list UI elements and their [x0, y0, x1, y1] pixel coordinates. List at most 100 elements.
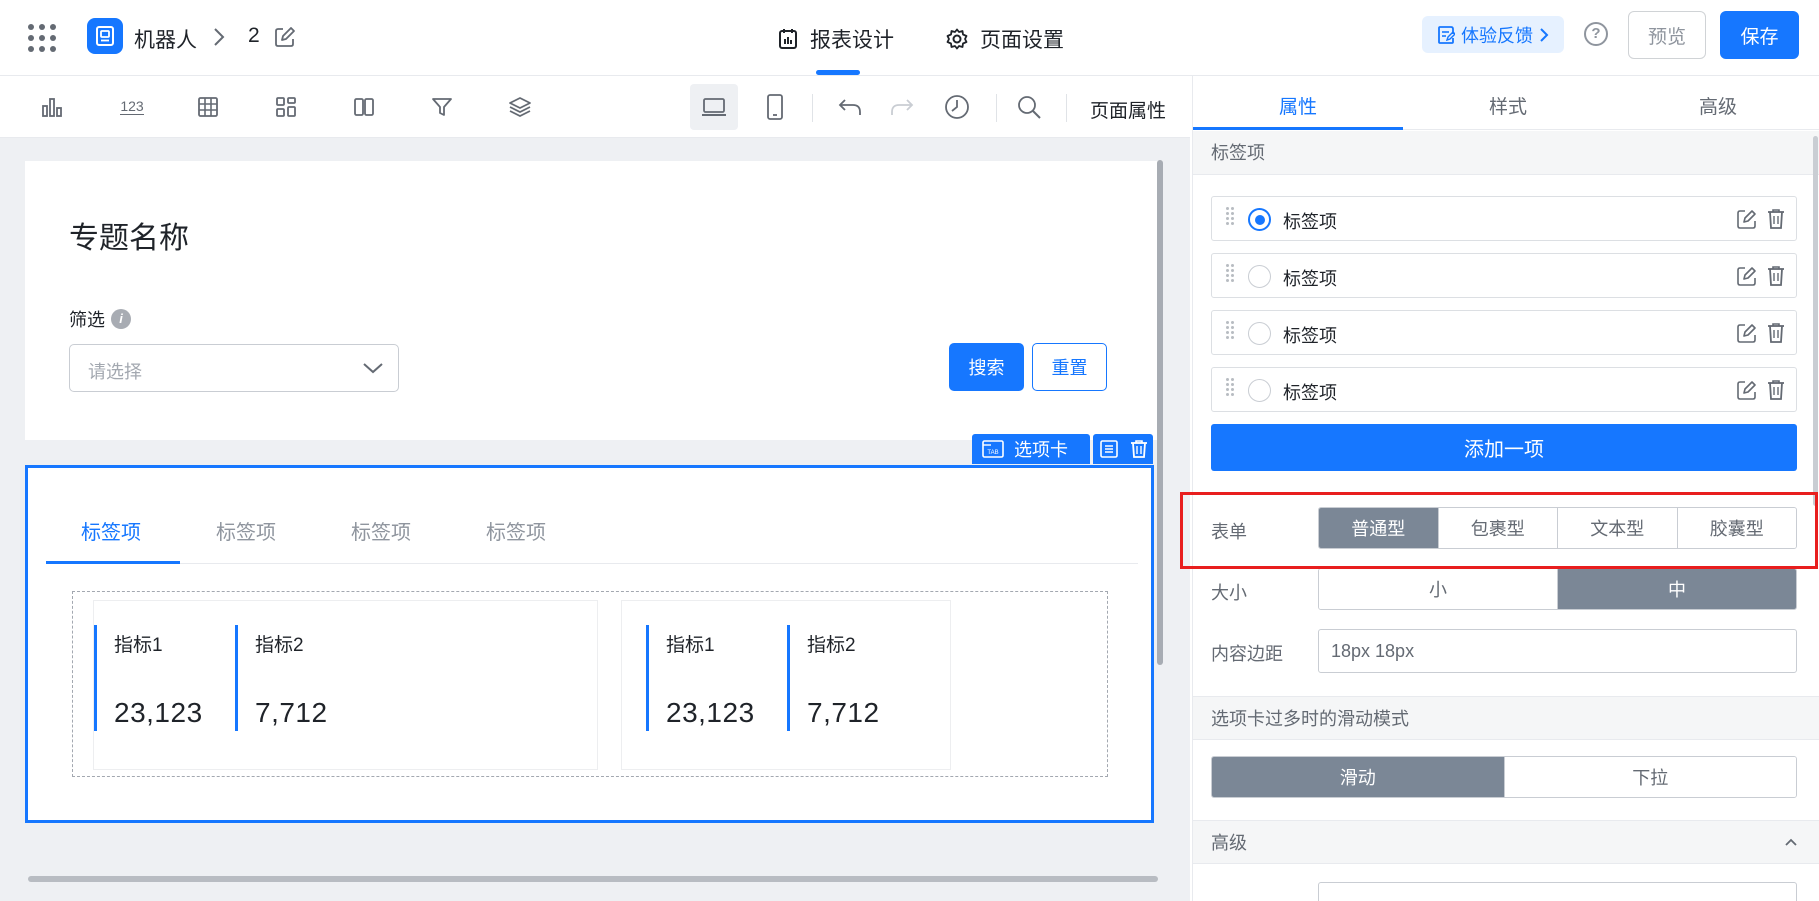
metric-item: 指标2 7,712	[787, 625, 880, 731]
radio-default[interactable]	[1248, 265, 1271, 288]
bar-chart-icon[interactable]	[38, 93, 66, 121]
page-title[interactable]: 专题名称	[69, 213, 189, 257]
delete-icon[interactable]	[1125, 434, 1153, 464]
toolbar-divider	[1066, 94, 1067, 122]
tab-component[interactable]: 标签项 标签项 标签项 标签项 指标1 23,123 指标2 7,712 指标1…	[25, 465, 1154, 823]
tab-component-label: 选项卡	[1014, 440, 1068, 460]
page-properties-button[interactable]: 页面属性	[1090, 96, 1166, 123]
filter-icon[interactable]	[428, 93, 456, 121]
metric-value: 7,712	[807, 697, 880, 728]
tab-page-settings-label: 页面设置	[980, 29, 1064, 52]
radio-default[interactable]	[1248, 322, 1271, 345]
metric-card[interactable]: 指标1 23,123 指标2 7,712	[621, 600, 951, 770]
filter-label: 筛选 i	[69, 306, 131, 332]
metric-name: 指标1	[666, 635, 715, 656]
chevron-up-icon	[1784, 837, 1798, 847]
metric-name: 指标2	[255, 635, 304, 656]
tab-component-badge[interactable]: TAB 选项卡	[972, 434, 1090, 464]
drag-handle-icon[interactable]	[1226, 264, 1234, 282]
panel-scrollbar[interactable]	[1813, 136, 1818, 506]
tag-list-item[interactable]: 标签项	[1211, 310, 1797, 355]
search-button[interactable]: 搜索	[949, 343, 1024, 391]
canvas-vertical-scrollbar[interactable]	[1157, 160, 1163, 665]
size-small[interactable]: 小	[1319, 569, 1558, 609]
tab-bar: 标签项 标签项 标签项 标签项	[46, 468, 1138, 564]
trash-icon[interactable]	[1767, 265, 1785, 287]
search-icon[interactable]	[1015, 93, 1043, 121]
tab-item-1[interactable]: 标签项	[81, 516, 141, 545]
edit-icon[interactable]	[1737, 323, 1757, 343]
tab-style[interactable]: 样式	[1489, 92, 1527, 119]
table-icon[interactable]	[194, 93, 222, 121]
unique-id-input[interactable]	[1318, 882, 1797, 901]
trash-icon[interactable]	[1767, 208, 1785, 230]
size-segmented: 小 中	[1318, 568, 1797, 610]
history-icon[interactable]	[943, 93, 971, 121]
scroll-mode-dropdown[interactable]: 下拉	[1504, 757, 1796, 797]
chevron-right-icon	[1539, 27, 1549, 43]
section-tag-items-header: 标签项	[1193, 131, 1819, 175]
feedback-label: 体验反馈	[1461, 25, 1533, 46]
layout-grid-icon[interactable]	[272, 93, 300, 121]
reset-button[interactable]: 重置	[1032, 343, 1107, 391]
trash-icon[interactable]	[1767, 379, 1785, 401]
feedback-button[interactable]: 体验反馈	[1422, 16, 1564, 53]
component-settings-icon[interactable]	[1093, 434, 1125, 464]
scroll-mode-slide[interactable]: 滑动	[1212, 757, 1505, 797]
filter-label-text: 筛选	[69, 310, 105, 330]
number-icon[interactable]: 123	[116, 93, 148, 121]
tab-content-area[interactable]: 指标1 23,123 指标2 7,712 指标1 23,123 指标2 7,71…	[72, 591, 1108, 777]
redo-icon[interactable]	[888, 93, 916, 121]
tag-list-item[interactable]: 标签项	[1211, 367, 1797, 412]
filter-select[interactable]: 请选择	[69, 344, 399, 392]
undo-icon[interactable]	[836, 93, 864, 121]
tag-list-item[interactable]: 标签项	[1211, 196, 1797, 241]
advanced-section-title: 高级	[1211, 833, 1247, 853]
info-icon[interactable]: i	[111, 309, 131, 329]
tab-report-design[interactable]: 报表设计	[778, 22, 894, 56]
desktop-icon[interactable]	[700, 93, 728, 121]
save-button[interactable]: 保存	[1720, 11, 1799, 59]
edit-icon[interactable]	[1737, 209, 1757, 229]
padding-input[interactable]: 18px 18px	[1318, 629, 1797, 673]
tab-item-3[interactable]: 标签项	[351, 516, 411, 545]
chevron-right-icon	[212, 26, 226, 48]
breadcrumb-app-name[interactable]: 机器人	[134, 24, 197, 54]
mobile-icon[interactable]	[761, 93, 789, 121]
tab-advanced[interactable]: 高级	[1699, 92, 1737, 119]
tab-page-settings[interactable]: 页面设置	[946, 22, 1064, 56]
apps-grid-icon[interactable]	[28, 24, 56, 52]
radio-default[interactable]	[1248, 379, 1271, 402]
report-header-section[interactable]: 专题名称 筛选 i 请选择 搜索 重置	[25, 161, 1160, 440]
drag-handle-icon[interactable]	[1226, 321, 1234, 339]
component-toolbar: 123 页面属性	[0, 76, 1190, 138]
select-placeholder: 请选择	[88, 362, 142, 382]
tab-item-4[interactable]: 标签项	[486, 516, 546, 545]
layers-icon[interactable]	[506, 93, 534, 121]
tab-properties[interactable]: 属性	[1279, 92, 1317, 119]
breadcrumb-page-number: 2	[248, 24, 260, 47]
metric-value: 23,123	[666, 697, 755, 728]
edit-icon[interactable]	[1737, 266, 1757, 286]
columns-icon[interactable]	[350, 93, 378, 121]
add-item-button[interactable]: 添加一项	[1211, 424, 1797, 471]
preview-button[interactable]: 预览	[1628, 11, 1706, 59]
padding-label: 内容边距	[1211, 644, 1283, 664]
drag-handle-icon[interactable]	[1226, 378, 1234, 396]
advanced-section-header[interactable]: 高级	[1193, 820, 1819, 864]
edit-icon[interactable]	[1737, 380, 1757, 400]
size-medium[interactable]: 中	[1558, 569, 1796, 609]
chevron-down-icon	[362, 361, 384, 375]
tab-item-2[interactable]: 标签项	[216, 516, 276, 545]
canvas-horizontal-scrollbar[interactable]	[28, 876, 1158, 882]
edit-icon[interactable]	[274, 26, 296, 48]
metric-name: 指标1	[114, 635, 163, 656]
drag-handle-icon[interactable]	[1226, 207, 1234, 225]
tag-list-item[interactable]: 标签项	[1211, 253, 1797, 298]
help-icon[interactable]: ?	[1584, 22, 1608, 46]
metric-card[interactable]: 指标1 23,123 指标2 7,712	[93, 600, 598, 770]
metric-value: 7,712	[255, 697, 328, 728]
radio-default-selected[interactable]	[1248, 208, 1271, 231]
metric-name: 指标2	[807, 635, 856, 656]
trash-icon[interactable]	[1767, 322, 1785, 344]
